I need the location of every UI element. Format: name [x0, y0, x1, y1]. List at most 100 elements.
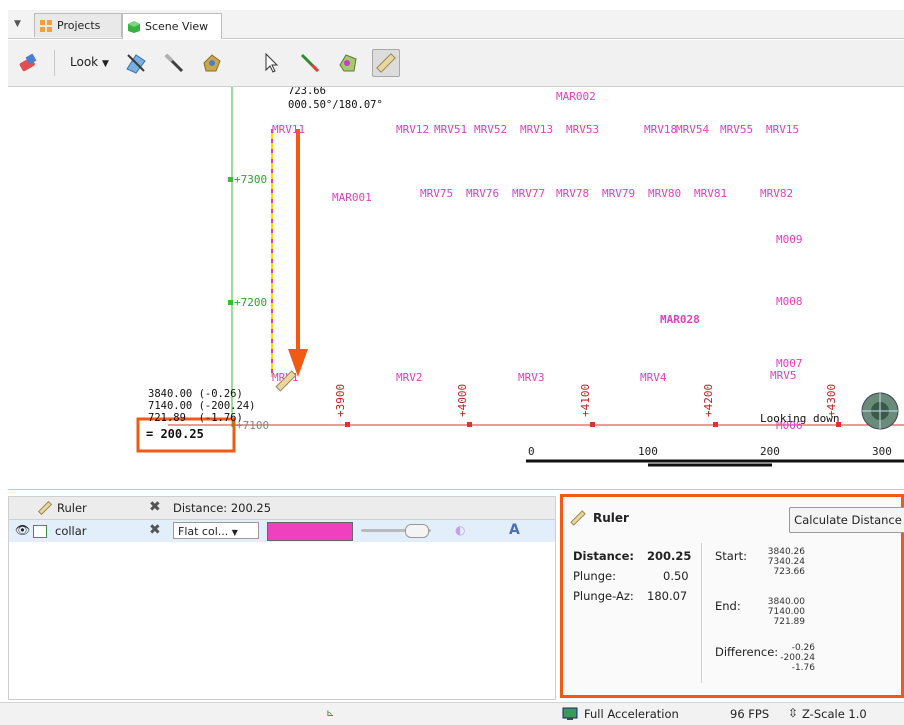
marker-label: MRV79 [602, 187, 636, 200]
ruler-coord-x: 3840.00 (-0.26) [148, 388, 243, 400]
scale-label: 100 [638, 445, 658, 458]
marker-label: MRV3 [518, 371, 545, 384]
object-row-label: collar [55, 524, 87, 538]
grid-label-east: +4000 [456, 383, 469, 417]
eraser-button[interactable] [14, 49, 42, 77]
toolbar: Look ▼ [8, 40, 904, 87]
scene-lines [136, 87, 904, 467]
chevron-down-icon: ▼ [101, 59, 109, 69]
grid-label-north: +7200 [234, 296, 268, 309]
plunge-az-value: 180.07 [647, 589, 688, 603]
look-dropdown[interactable]: Look ▼ [70, 55, 109, 69]
marker-label: MRV78 [556, 187, 590, 200]
chevron-down-icon: ▼ [231, 528, 238, 537]
marker-label: MRV82 [760, 187, 794, 200]
ruler-coord-y: 7140.00 (-200.24) [148, 400, 256, 412]
plunge-value: 0.50 [663, 569, 689, 583]
monitor-icon [562, 707, 578, 720]
grid-label-east: +3900 [334, 383, 347, 417]
cube-icon [128, 20, 140, 33]
marker-label: MAR028 [660, 313, 700, 326]
fps-status: 96 FPS [730, 707, 770, 721]
opacity-slider-thumb[interactable] [405, 524, 429, 538]
tab-menu-arrow-icon[interactable]: ▼ [14, 19, 21, 29]
axes-icon: ⊾ [326, 708, 335, 719]
distance-value: 200.25 [647, 549, 692, 563]
distance-readout: = 200.25 [146, 427, 204, 441]
lighting-icon[interactable]: ◐ [455, 523, 465, 537]
zscale-status[interactable]: Z-Scale 1.0 [802, 707, 867, 721]
polyline-icon [339, 54, 357, 72]
plunge-label: Plunge: [573, 569, 616, 583]
marker-label: MRV18 [644, 123, 678, 136]
difference-y: -200.24 [780, 653, 815, 663]
panel-divider [701, 543, 702, 683]
marker-label: MRV80 [648, 187, 682, 200]
remove-icon[interactable]: ✖ [149, 499, 161, 515]
marker-label: MRV13 [520, 123, 554, 136]
grid-label-east: +4100 [579, 383, 592, 417]
plunge-az-label: Plunge-Az: [573, 589, 634, 603]
tab-projects[interactable]: Projects [34, 13, 122, 37]
color-mode-dropdown[interactable]: Flat col... ▼ [173, 522, 259, 539]
mesh-icon [203, 54, 221, 72]
marker-label: M009 [776, 233, 803, 246]
calculate-distance-button[interactable]: Calculate Distance [789, 507, 904, 533]
table-icon [33, 525, 47, 538]
end-x: 3840.00 [767, 597, 805, 607]
start-x: 3840.26 [767, 547, 805, 557]
end-label: End: [715, 599, 741, 613]
marker-label: MRV77 [512, 187, 546, 200]
ruler-tool-button[interactable] [372, 49, 400, 77]
objects-header: Ruler ✖ Distance: 200.25 [9, 497, 555, 520]
zscale-icon: ⇳ [788, 706, 799, 720]
difference-x: -0.26 [791, 643, 815, 653]
tab-scene-view[interactable]: Scene View [122, 13, 222, 39]
acceleration-status: Full Acceleration [584, 707, 679, 721]
scene-objects-panel: Ruler ✖ Distance: 200.25 👁 collar ✖ Flat… [8, 496, 556, 700]
knife-icon [164, 53, 184, 73]
draw-line-button[interactable] [296, 49, 324, 77]
scale-label: 0 [528, 445, 535, 458]
object-row-collar[interactable]: 👁 collar ✖ Flat col... ▼ ◐ A [9, 520, 555, 542]
look-label: Look [70, 55, 99, 69]
difference-label: Difference: [715, 645, 779, 659]
marker-label: MRV76 [466, 187, 500, 200]
end-values: 3840.00 7140.00 721.89 [753, 597, 805, 627]
marker-label: MAR001 [332, 191, 372, 204]
status-bar: ⊾ Full Acceleration 96 FPS ⇳ Z-Scale 1.0 [0, 702, 904, 725]
marker-label: MRV15 [766, 123, 800, 136]
toolbar-divider [54, 50, 55, 76]
mesh-tool-button[interactable] [198, 49, 226, 77]
end-z: 721.89 [773, 617, 806, 627]
color-swatch[interactable] [267, 522, 353, 541]
end-y: 7140.00 [767, 607, 805, 617]
section-tool-button[interactable] [122, 49, 150, 77]
grid-label-north: +7300 [234, 173, 268, 186]
difference-z: -1.76 [791, 663, 815, 673]
scene-view-canvas[interactable]: 723.66 000.50°/180.07° MAR002 MRV11 MRV1… [8, 87, 904, 490]
polyline-tool-button[interactable] [334, 49, 362, 77]
marker-label: M008 [776, 295, 803, 308]
marker-label: MRV53 [566, 123, 600, 136]
eye-icon[interactable]: 👁 [15, 523, 30, 537]
tab-projects-label: Projects [57, 18, 101, 32]
top-readout-angle: 000.50°/180.07° [288, 99, 383, 111]
marker-label: MRV11 [272, 123, 306, 136]
remove-icon[interactable]: ✖ [149, 522, 161, 538]
tab-bar: ▼ Projects Scene View [8, 10, 904, 39]
difference-values: -0.26 -200.24 -1.76 [773, 643, 815, 673]
grid-icon [40, 19, 52, 32]
scale-label: 200 [760, 445, 780, 458]
grid-label-east: +4200 [702, 383, 715, 417]
marker-label: MRV75 [420, 187, 454, 200]
select-tool-button[interactable] [258, 49, 286, 77]
ruler-icon [37, 500, 53, 516]
slice-tool-button[interactable] [160, 49, 188, 77]
marker-label: MRV12 [396, 123, 430, 136]
text-label-icon[interactable]: A [509, 522, 520, 538]
marker-label: MRV54 [676, 123, 710, 136]
marker-label: MRV4 [640, 371, 667, 384]
view-globe-icon[interactable] [860, 391, 900, 431]
color-mode-label: Flat col... [178, 525, 229, 538]
